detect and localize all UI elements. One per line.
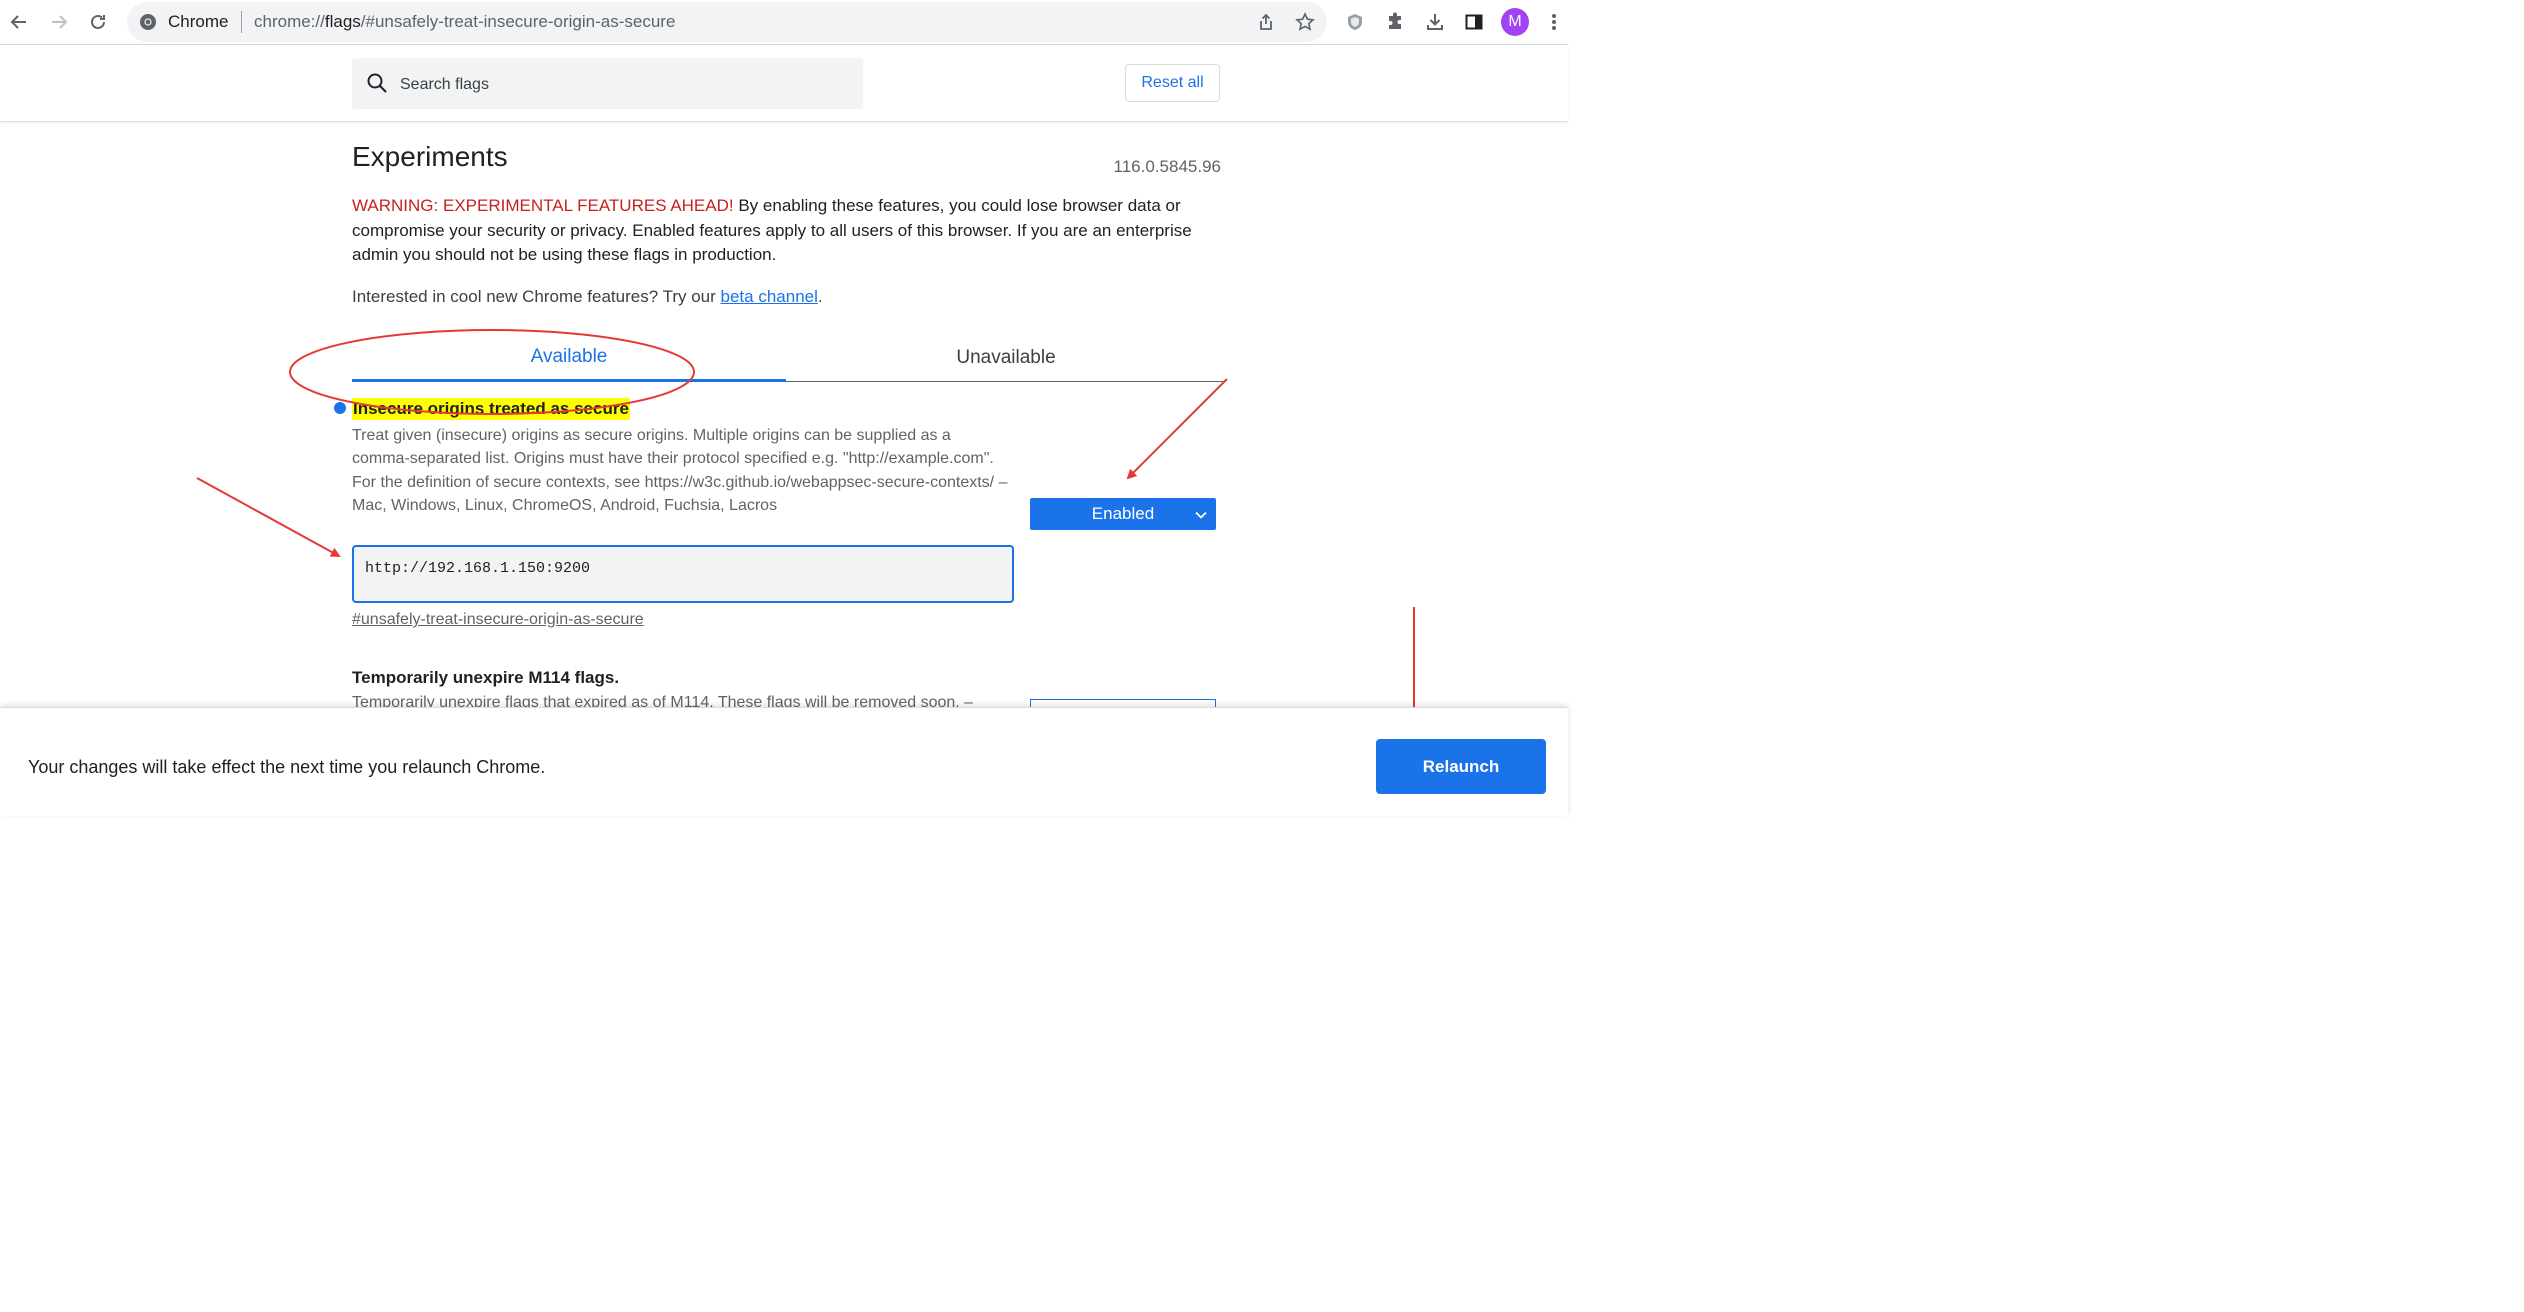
forward-icon[interactable]: [45, 8, 73, 36]
chevron-down-icon: [1194, 507, 1208, 521]
omnibox-separator: [241, 11, 242, 33]
omnibox[interactable]: Chrome chrome://flags/#unsafely-treat-in…: [127, 2, 1327, 42]
url-text[interactable]: chrome://flags/#unsafely-treat-insecure-…: [254, 12, 675, 32]
warning-prefix: WARNING: EXPERIMENTAL FEATURES AHEAD!: [352, 196, 734, 215]
tab-unavailable[interactable]: Unavailable: [786, 335, 1226, 382]
beta-channel-link[interactable]: beta channel: [721, 287, 818, 306]
download-icon[interactable]: [1421, 8, 1449, 36]
search-box[interactable]: [352, 58, 863, 111]
tab-available[interactable]: Available: [352, 335, 786, 382]
puzzle-icon[interactable]: [1381, 8, 1409, 36]
relaunch-message: Your changes will take effect the next t…: [28, 757, 546, 777]
search-input[interactable]: [398, 58, 842, 111]
flag-modified-indicator: [334, 402, 346, 414]
origin-input[interactable]: [363, 555, 997, 581]
flag-title: Temporarily unexpire M114 flags.: [352, 668, 620, 687]
flag-title: Insecure origins treated as secure: [352, 398, 630, 420]
avatar[interactable]: M: [1501, 8, 1529, 36]
origin-textarea-box[interactable]: [352, 545, 1014, 603]
flag-description: Treat given (insecure) origins as secure…: [352, 427, 1008, 515]
beta-suffix: .: [817, 287, 823, 306]
flags-header: Reset all: [0, 45, 1568, 122]
flag-state-value: Enabled: [1091, 504, 1155, 523]
reload-icon[interactable]: [84, 8, 112, 36]
beta-text: Interested in cool new Chrome features? …: [352, 287, 721, 306]
shield-extension-icon[interactable]: [1341, 8, 1369, 36]
flag-state-select[interactable]: Enabled: [1030, 498, 1216, 530]
annotation-overlay: [196, 329, 1419, 728]
relaunch-bar: Your changes will take effect the next t…: [0, 707, 1568, 816]
url-host: flags: [324, 12, 361, 31]
annotation-arrow: [196, 477, 341, 557]
relaunch-button[interactable]: Relaunch: [1376, 739, 1546, 794]
reset-all-button[interactable]: Reset all: [1125, 64, 1220, 102]
search-icon: [366, 72, 388, 94]
flag-permalink[interactable]: #unsafely-treat-insecure-origin-as-secur…: [352, 611, 644, 629]
star-icon[interactable]: [1293, 10, 1317, 34]
share-icon[interactable]: [1254, 10, 1278, 34]
beta-line: Interested in cool new Chrome features? …: [352, 287, 823, 307]
url-prefix: chrome://: [254, 12, 325, 31]
chrome-icon: [139, 13, 157, 31]
side-panel-icon[interactable]: [1460, 8, 1488, 36]
more-icon[interactable]: [1542, 8, 1566, 36]
omnibox-chip: Chrome: [168, 12, 229, 31]
page-title: Experiments: [352, 141, 508, 172]
url-rest: /#unsafely-treat-insecure-origin-as-secu…: [360, 12, 676, 31]
browser-toolbar: Chrome chrome://flags/#unsafely-treat-in…: [0, 0, 1568, 45]
warning-text: WARNING: EXPERIMENTAL FEATURES AHEAD! By…: [352, 194, 1232, 268]
version-label: 116.0.5845.96: [1113, 157, 1221, 176]
annotation-arrow: [1126, 378, 1228, 480]
back-icon[interactable]: [5, 8, 33, 36]
